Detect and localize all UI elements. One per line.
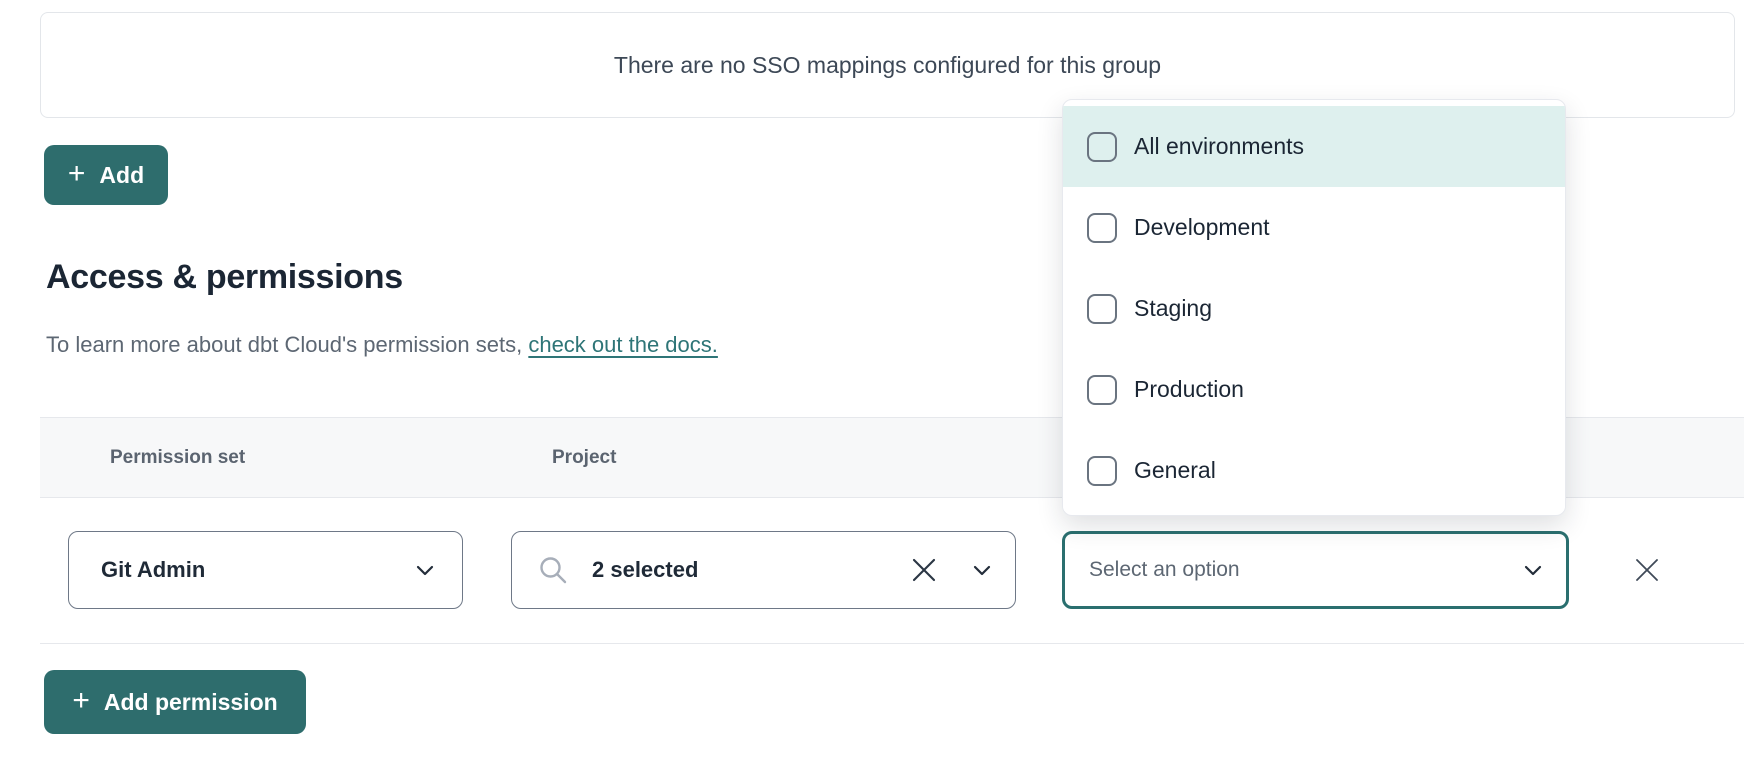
chevron-down-icon[interactable] <box>973 565 991 576</box>
dropdown-option-staging[interactable]: Staging <box>1063 268 1565 349</box>
option-label: General <box>1134 457 1216 484</box>
permission-set-value: Git Admin <box>101 557 205 583</box>
permission-set-select[interactable]: Git Admin <box>68 531 463 609</box>
dropdown-option-all-environments[interactable]: All environments <box>1063 106 1565 187</box>
plus-icon: + <box>72 686 90 716</box>
checkbox-icon[interactable] <box>1087 456 1117 486</box>
dropdown-option-development[interactable]: Development <box>1063 187 1565 268</box>
checkbox-icon[interactable] <box>1087 294 1117 324</box>
project-select[interactable]: 2 selected <box>511 531 1016 609</box>
option-label: Production <box>1134 376 1244 403</box>
dropdown-option-production[interactable]: Production <box>1063 349 1565 430</box>
chevron-down-icon[interactable] <box>416 565 434 576</box>
section-description: To learn more about dbt Cloud's permissi… <box>46 332 718 358</box>
search-icon <box>538 555 568 585</box>
chevron-down-icon[interactable] <box>1524 565 1542 576</box>
environment-dropdown-menu: All environments Development Staging Pro… <box>1062 99 1566 516</box>
project-selected-count: 2 selected <box>592 557 698 583</box>
add-permission-button-label: Add permission <box>104 689 278 716</box>
checkbox-icon[interactable] <box>1087 213 1117 243</box>
remove-row-button[interactable] <box>1632 555 1662 585</box>
add-permission-button[interactable]: + Add permission <box>44 670 306 734</box>
environment-select[interactable]: Select an option <box>1062 531 1569 609</box>
description-text: To learn more about dbt Cloud's permissi… <box>46 332 528 357</box>
clear-selection-icon[interactable] <box>911 557 937 583</box>
option-label: All environments <box>1134 133 1304 160</box>
column-header-permission-set: Permission set <box>110 418 245 497</box>
column-header-project: Project <box>552 418 616 497</box>
dropdown-option-general[interactable]: General <box>1063 430 1565 511</box>
add-button-label: Add <box>99 162 144 189</box>
environment-select-placeholder: Select an option <box>1089 558 1240 582</box>
table-row-divider <box>40 643 1744 644</box>
page-title: Access & permissions <box>46 258 403 297</box>
option-label: Staging <box>1134 295 1212 322</box>
plus-icon: + <box>68 159 86 189</box>
checkbox-icon[interactable] <box>1087 375 1117 405</box>
checkbox-icon[interactable] <box>1087 132 1117 162</box>
sso-empty-message: There are no SSO mappings configured for… <box>614 52 1161 79</box>
docs-link[interactable]: check out the docs. <box>528 332 718 357</box>
group-settings-page: There are no SSO mappings configured for… <box>0 0 1744 772</box>
option-label: Development <box>1134 214 1270 241</box>
remove-row-icon <box>1634 557 1660 583</box>
add-button[interactable]: + Add <box>44 145 168 205</box>
